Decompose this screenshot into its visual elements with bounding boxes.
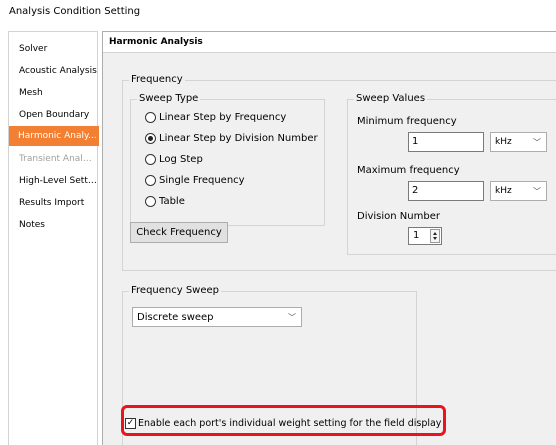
window-title: Analysis Condition Setting [9, 6, 141, 17]
radio-label: Table [159, 195, 185, 207]
frequency-group: Frequency Sweep Type Linear Step by Freq… [122, 74, 556, 271]
settings-panel: Harmonic Analysis Frequency Sweep Type L… [102, 31, 556, 445]
panel-header: Harmonic Analysis [103, 32, 556, 53]
radio-label: Single Frequency [159, 174, 245, 186]
checkbox-label: Enable each port's individual weight set… [138, 417, 442, 429]
sidebar-item-high-level-settings[interactable]: High-Level Setti... [10, 171, 97, 191]
min-frequency-input[interactable]: 1 [408, 132, 484, 152]
radio-button-icon [145, 195, 156, 207]
radio-label: Linear Step by Frequency [159, 111, 287, 123]
individual-weight-checkbox[interactable]: ✓ Enable each port's individual weight s… [125, 416, 441, 430]
division-number-label: Division Number [357, 211, 440, 222]
sweep-values-label: Sweep Values [354, 93, 428, 105]
sidebar-item-transient-analysis: Transient Analysis [19, 154, 97, 164]
spin-arrows-icon[interactable] [430, 229, 440, 243]
sidebar-item-acoustic-analysis[interactable]: Acoustic Analysis [10, 61, 97, 81]
radio-label: Linear Step by Division Number [159, 132, 318, 144]
unit-value: kHz [495, 186, 512, 196]
sidebar-item-solver[interactable]: Solver [10, 39, 97, 59]
sweep-values-group: Sweep Values Minimum frequency 1 kHz ﹀ M… [347, 93, 556, 255]
checkbox-checked-icon: ✓ [125, 417, 136, 429]
check-frequency-button[interactable]: Check Frequency [130, 222, 228, 243]
sidebar-item-mesh[interactable]: Mesh [10, 83, 97, 103]
sweep-type-label: Sweep Type [137, 93, 201, 105]
frequency-group-label: Frequency [129, 74, 185, 86]
sidebar-item-notes[interactable]: Notes [10, 215, 97, 235]
min-frequency-label: Minimum frequency [357, 116, 457, 127]
radio-button-icon [145, 174, 156, 186]
radio-log-step[interactable]: Log Step [145, 152, 203, 166]
max-frequency-input[interactable]: 2 [408, 181, 484, 201]
radio-button-selected-icon [145, 132, 156, 144]
frequency-sweep-dropdown[interactable]: Discrete sweep ﹀ [132, 307, 302, 327]
division-number-value: 1 [413, 230, 420, 241]
frequency-sweep-value: Discrete sweep [137, 311, 214, 323]
radio-single-frequency[interactable]: Single Frequency [145, 173, 245, 187]
frequency-sweep-label: Frequency Sweep [129, 285, 222, 297]
max-frequency-label: Maximum frequency [357, 165, 460, 176]
radio-label: Log Step [159, 153, 203, 165]
sweep-type-group: Sweep Type Linear Step by Frequency Line… [130, 93, 325, 226]
radio-linear-step-division[interactable]: Linear Step by Division Number [145, 131, 318, 145]
radio-table[interactable]: Table [145, 194, 185, 208]
division-number-spinbox[interactable]: 1 [408, 227, 442, 245]
sidebar-item-results-import[interactable]: Results Import [10, 193, 97, 213]
radio-linear-step-frequency[interactable]: Linear Step by Frequency [145, 110, 286, 124]
sidebar-item-harmonic-analysis[interactable]: Harmonic Analy... [9, 126, 99, 146]
chevron-down-icon: ﹀ [533, 186, 541, 196]
radio-button-icon [145, 153, 156, 165]
radio-button-icon [145, 111, 156, 123]
max-frequency-unit-dropdown[interactable]: kHz ﹀ [490, 181, 547, 201]
unit-value: kHz [495, 137, 512, 147]
chevron-down-icon: ﹀ [533, 137, 541, 147]
sidebar-item-open-boundary[interactable]: Open Boundary [10, 105, 97, 125]
chevron-down-icon: ﹀ [288, 312, 296, 322]
min-frequency-unit-dropdown[interactable]: kHz ﹀ [490, 132, 547, 152]
sidebar: Solver Acoustic Analysis Mesh Open Bound… [8, 31, 99, 445]
